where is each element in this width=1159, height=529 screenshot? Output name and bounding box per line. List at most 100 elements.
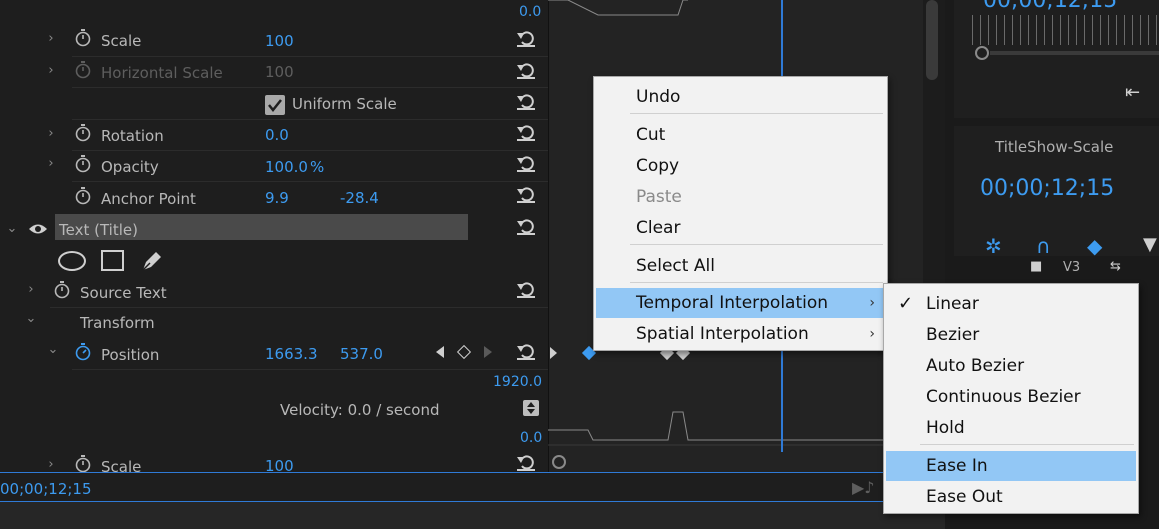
stopwatch-icon[interactable] (54, 281, 70, 299)
reset-icon[interactable] (516, 342, 536, 360)
chevron-right-icon[interactable]: › (44, 157, 58, 171)
menu-separator (630, 282, 883, 283)
menu-item-clear[interactable]: Clear (596, 213, 885, 243)
velocity-label: Velocity: 0.0 / second (280, 401, 440, 419)
rectangle-mask-icon[interactable] (101, 250, 124, 271)
chevron-right-icon: › (869, 326, 875, 342)
menu-item-cut[interactable]: Cut (596, 120, 885, 150)
nest-icon[interactable]: ✲ (985, 234, 1002, 258)
menu-item-paste: Paste (636, 187, 682, 207)
stopwatch-active-icon[interactable] (75, 343, 91, 361)
source-text-label: Source Text (80, 284, 167, 302)
play-audio-icon[interactable]: ▶♪ (852, 478, 875, 497)
menu-item-label: Temporal Interpolation (636, 293, 829, 313)
effect-controls-timebar (0, 472, 945, 502)
graph-top-value: 0.0 (519, 4, 542, 20)
chevron-down-icon[interactable]: ⌄ (5, 222, 19, 236)
graph-max-value: 1920.0 (493, 374, 542, 390)
reset-icon[interactable] (516, 92, 536, 110)
lock-icon[interactable]: ■ (1030, 259, 1042, 274)
submenu-item-linear[interactable]: ✓ Linear (886, 289, 1136, 319)
submenu-item-continuous-bezier[interactable]: Continuous Bezier (886, 382, 1136, 412)
stopwatch-icon[interactable] (75, 187, 91, 205)
chevron-right-icon: › (869, 295, 875, 311)
chevron-down-icon[interactable]: ⌄ (46, 343, 60, 357)
top-timecode: 00;00;12;15 (983, 0, 1118, 13)
chevron-right-icon[interactable]: › (44, 458, 58, 472)
reset-icon[interactable] (516, 61, 536, 79)
menu-separator (630, 113, 883, 114)
rotation-label: Rotation (101, 127, 164, 145)
stopwatch-icon[interactable] (75, 155, 91, 173)
submenu-item-ease-in[interactable]: Ease In (886, 451, 1136, 481)
menu-item-spatial-interpolation[interactable]: Spatial Interpolation › (596, 319, 885, 349)
keyframe-arrow-icon[interactable] (550, 347, 557, 359)
monitor-scroll-handle[interactable] (975, 46, 989, 60)
reset-icon[interactable] (516, 217, 536, 235)
chevron-right-icon[interactable]: › (44, 32, 58, 46)
menu-separator (920, 444, 1134, 445)
reset-icon[interactable] (516, 453, 536, 471)
submenu-item-label: Linear (926, 294, 979, 314)
sequence-name[interactable]: TitleShow-Scale (995, 138, 1113, 156)
chevron-right-icon[interactable]: › (44, 64, 58, 78)
uniform-scale-checkbox[interactable] (265, 95, 285, 115)
reset-icon[interactable] (516, 29, 536, 47)
submenu-item-ease-out[interactable]: Ease Out (886, 482, 1136, 512)
menu-item-select-all[interactable]: Select All (596, 251, 885, 281)
ellipse-mask-icon[interactable] (58, 251, 86, 271)
menu-item-copy[interactable]: Copy (596, 151, 885, 181)
linked-selection-icon[interactable]: ◆ (1087, 234, 1102, 258)
menu-item-label: Spatial Interpolation (636, 324, 809, 344)
submenu-item-auto-bezier[interactable]: Auto Bezier (886, 351, 1136, 381)
stopwatch-icon[interactable] (75, 455, 91, 473)
rotation-value[interactable]: 0.0 (265, 126, 289, 144)
scale-value[interactable]: 100 (265, 32, 294, 50)
menu-item-temporal-interpolation[interactable]: Temporal Interpolation › (596, 288, 885, 318)
timeline-scroll-handle[interactable] (552, 455, 566, 469)
reset-icon[interactable] (516, 280, 536, 298)
sync-lock-icon[interactable]: ⇆ (1110, 259, 1121, 274)
chevron-right-icon[interactable]: › (24, 283, 38, 297)
submenu-item-hold[interactable]: Hold (886, 413, 1136, 443)
horizontal-scale-label: Horizontal Scale (101, 64, 223, 82)
graph-scale-icon[interactable] (523, 400, 539, 416)
track-label[interactable]: V3 (1063, 260, 1080, 275)
step-back-icon[interactable]: ⇤ (1125, 82, 1140, 103)
chevron-down-icon[interactable]: ⌄ (24, 312, 38, 326)
prev-keyframe-icon[interactable] (436, 346, 444, 358)
context-menu: Undo Cut Copy Paste Clear Select All Tem… (593, 76, 888, 351)
opacity-unit: % (310, 158, 325, 176)
sequence-timecode[interactable]: 00;00;12;15 (980, 176, 1114, 201)
interpolation-submenu: ✓ Linear Bezier Auto Bezier Continuous Be… (883, 283, 1139, 514)
anchor-point-label: Anchor Point (101, 190, 196, 208)
transform-label: Transform (80, 314, 155, 332)
snap-magnet-icon[interactable]: ∩ (1036, 234, 1051, 258)
chevron-right-icon[interactable]: › (44, 127, 58, 141)
position-x-value[interactable]: 1663.3 (265, 345, 318, 363)
graph-min-value: 0.0 (520, 430, 543, 446)
next-keyframe-icon[interactable] (484, 346, 492, 358)
current-timecode[interactable]: 00;00;12;15 (0, 480, 92, 498)
anchor-x-value[interactable]: 9.9 (265, 189, 289, 207)
eye-icon[interactable] (28, 222, 48, 236)
stopwatch-icon[interactable] (75, 29, 91, 47)
submenu-item-bezier[interactable]: Bezier (886, 320, 1136, 350)
stopwatch-icon[interactable] (75, 124, 91, 142)
position-y-value[interactable]: 537.0 (340, 345, 383, 363)
vertical-scrollbar-thumb[interactable] (926, 0, 938, 80)
menu-separator (630, 244, 883, 245)
opacity-value[interactable]: 100.0 (265, 158, 308, 176)
opacity-label: Opacity (101, 158, 159, 176)
monitor-scroll-bar[interactable] (990, 51, 1159, 55)
anchor-y-value[interactable]: -28.4 (340, 189, 379, 207)
reset-icon[interactable] (516, 154, 536, 172)
checkmark-icon: ✓ (898, 293, 914, 314)
stopwatch-icon (75, 61, 91, 79)
menu-item-undo[interactable]: Undo (596, 82, 885, 112)
marker-icon[interactable]: ▼ (1143, 234, 1157, 255)
pen-mask-icon[interactable] (140, 248, 164, 272)
reset-icon[interactable] (516, 185, 536, 203)
position-label: Position (101, 346, 160, 364)
reset-icon[interactable] (516, 123, 536, 141)
